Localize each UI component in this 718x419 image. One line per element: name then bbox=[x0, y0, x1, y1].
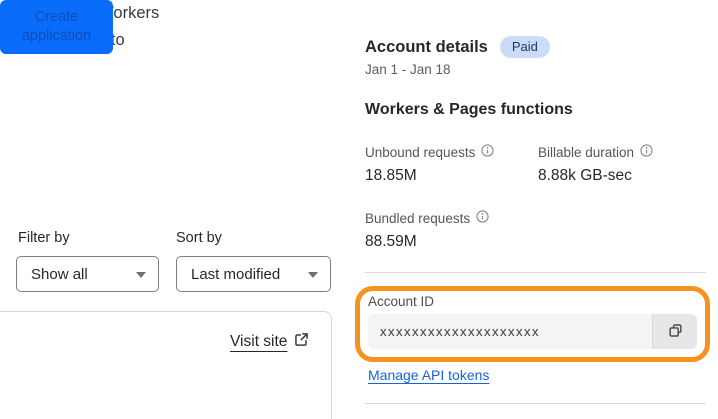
sort-dropdown[interactable]: Last modified bbox=[176, 256, 331, 292]
chevron-down-icon bbox=[308, 272, 318, 278]
filter-by-label: Filter by bbox=[18, 230, 70, 246]
project-card bbox=[0, 311, 332, 419]
copy-icon bbox=[667, 322, 684, 342]
visit-site-link[interactable]: Visit site bbox=[230, 333, 287, 351]
sort-dropdown-value: Last modified bbox=[191, 265, 281, 283]
chevron-down-icon bbox=[136, 272, 146, 278]
filter-dropdown-value: Show all bbox=[31, 265, 88, 283]
divider bbox=[365, 403, 706, 404]
account-id-field-group bbox=[368, 314, 697, 349]
manage-api-tokens-link[interactable]: Manage API tokens bbox=[368, 367, 489, 383]
metric-label-bundled: Bundled requests bbox=[365, 210, 489, 226]
metric-value-bundled: 88.59M bbox=[365, 233, 417, 250]
account-details-header: Account details Paid bbox=[365, 36, 550, 58]
account-details-title: Account details bbox=[365, 37, 488, 56]
info-icon[interactable] bbox=[481, 144, 494, 160]
date-range: Jan 1 - Jan 18 bbox=[365, 62, 451, 77]
metric-value-billable: 8.88k GB-sec bbox=[538, 167, 632, 184]
sort-by-label: Sort by bbox=[176, 230, 222, 246]
filter-dropdown[interactable]: Show all bbox=[16, 256, 159, 292]
functions-section-title: Workers & Pages functions bbox=[365, 101, 573, 118]
divider bbox=[365, 272, 706, 273]
metric-label-unbound: Unbound requests bbox=[365, 144, 494, 160]
create-application-button[interactable]: Create application bbox=[0, 0, 113, 54]
workers-pages-overview: lications with Workers cumentationto Cre… bbox=[0, 0, 718, 419]
info-icon[interactable] bbox=[476, 210, 489, 226]
account-id-input[interactable] bbox=[368, 314, 652, 349]
info-icon[interactable] bbox=[640, 144, 653, 160]
copy-account-id-button[interactable] bbox=[652, 314, 697, 349]
plan-badge: Paid bbox=[499, 36, 550, 58]
account-id-label: Account ID bbox=[368, 294, 435, 309]
metric-label-billable: Billable duration bbox=[538, 144, 653, 160]
metric-value-unbound: 18.85M bbox=[365, 167, 417, 184]
external-link-icon bbox=[294, 332, 309, 352]
visit-site-row: Visit site bbox=[230, 332, 309, 352]
